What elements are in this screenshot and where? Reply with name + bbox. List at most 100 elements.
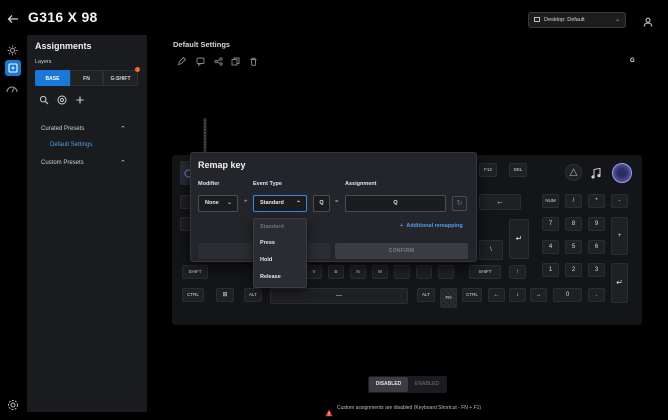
key-backspace[interactable]: ← (479, 194, 521, 210)
key-num-1[interactable]: 1 (542, 263, 559, 277)
key[interactable] (394, 265, 410, 279)
chevron-up-icon[interactable]: ⌃ (120, 159, 126, 167)
key-b[interactable]: B (328, 265, 344, 279)
key-m[interactable]: M (372, 265, 388, 279)
key-num-8[interactable]: 8 (565, 217, 582, 231)
layer-tab-gshift[interactable]: G-SHIFT (103, 70, 138, 86)
trash-icon[interactable] (249, 57, 258, 66)
key-backslash[interactable]: \ (479, 240, 503, 260)
plus-icon: + (400, 223, 404, 229)
key-windows[interactable]: ⊞ (216, 288, 234, 302)
key-num-enter[interactable]: ↵ (611, 263, 628, 303)
key-num-2[interactable]: 2 (565, 263, 582, 277)
preset-item-default[interactable]: Default Settings (50, 142, 92, 148)
settings-icon[interactable] (7, 398, 19, 410)
chevron-down-icon: ⌄ (614, 17, 620, 23)
profile-select-value: Desktop: Default (544, 17, 585, 23)
key-asterisk[interactable]: * (588, 194, 605, 208)
main-title: Default Settings (173, 40, 231, 49)
user-icon[interactable] (643, 14, 653, 27)
layers-label: Layers (35, 59, 52, 65)
key-num-3[interactable]: 3 (588, 263, 605, 277)
key-num-4[interactable]: 4 (542, 240, 559, 254)
brightness-button[interactable] (565, 164, 582, 181)
key-left-ctrl[interactable]: CTRL (182, 288, 204, 302)
key-enter[interactable]: ↵ (509, 219, 529, 259)
key-arrow-down[interactable]: ↓ (509, 288, 526, 302)
key-num-9[interactable]: 9 (588, 217, 605, 231)
layer-tab-fn[interactable]: FN (70, 70, 103, 86)
equals-sign: = (335, 199, 339, 205)
key-field[interactable]: Q (313, 195, 330, 212)
key-left-alt[interactable]: ALT (244, 288, 262, 302)
event-type-label: Event Type (253, 181, 282, 187)
chevron-down-icon: ⌄ (226, 200, 232, 206)
modifier-label: Modifier (198, 181, 220, 187)
copy-icon[interactable] (231, 57, 240, 66)
assignments-icon[interactable] (5, 60, 21, 76)
desktop-icon (534, 17, 540, 22)
chevron-up-icon[interactable]: ⌃ (120, 125, 126, 133)
curated-presets-label[interactable]: Curated Presets (41, 126, 84, 132)
event-type-value: Standard (260, 200, 284, 206)
key-minus[interactable]: - (611, 194, 628, 208)
key-left-shift[interactable]: SHIFT (182, 265, 208, 279)
option-standard[interactable]: Standard (260, 224, 284, 230)
share-icon[interactable] (214, 57, 223, 66)
key-num-7[interactable]: 7 (542, 217, 559, 231)
back-arrow-icon[interactable] (6, 12, 20, 26)
key-right-shift[interactable]: SHIFT (469, 265, 501, 279)
assignments-panel (27, 35, 147, 412)
add-icon[interactable] (75, 95, 85, 105)
key-num-0[interactable]: 0 (553, 288, 582, 302)
key-num-5[interactable]: 5 (565, 240, 582, 254)
warning-text: Custom assignments are disabled (Keyboar… (337, 405, 482, 411)
key-arrow-left[interactable]: ← (488, 288, 505, 302)
profile-select[interactable]: Desktop: Default ⌄ (528, 12, 626, 28)
key-right-alt[interactable]: ALT (417, 288, 435, 302)
key-space[interactable]: — (270, 288, 408, 304)
key-arrow-up[interactable]: ↑ (509, 265, 526, 279)
device-title: G316 X 98 (28, 9, 98, 25)
key-slash[interactable]: / (565, 194, 582, 208)
event-type-select[interactable]: Standard ⌃ (253, 195, 307, 212)
reset-icon[interactable]: ↻ (452, 196, 467, 211)
additional-remapping-label: Additional remapping (406, 223, 463, 229)
dialog-title: Remap key (198, 160, 246, 170)
music-note-icon[interactable] (588, 165, 604, 181)
toggle-disabled[interactable]: DISABLED (369, 377, 408, 392)
additional-remapping-link[interactable]: + Additional remapping (400, 223, 463, 229)
key[interactable] (438, 265, 454, 279)
key[interactable] (416, 265, 432, 279)
key-num[interactable]: NUM (542, 194, 559, 208)
assignment-field[interactable]: Q (345, 195, 446, 212)
key-num-plus[interactable]: + (611, 217, 628, 255)
performance-icon[interactable] (5, 82, 19, 96)
option-release[interactable]: Release (260, 274, 281, 280)
key-arrow-right[interactable]: → (530, 288, 547, 302)
key-num-6[interactable]: 6 (588, 240, 605, 254)
key-n[interactable]: N (350, 265, 366, 279)
search-icon[interactable] (39, 95, 49, 105)
preset-icon[interactable] (57, 95, 67, 105)
plus-sign: + (244, 199, 248, 205)
toggle-enabled[interactable]: ENABLED (408, 377, 446, 392)
key-v[interactable]: V (306, 265, 322, 279)
option-press[interactable]: Press (260, 240, 275, 246)
notification-dot (135, 67, 140, 72)
key-num-dot[interactable]: . (588, 288, 605, 302)
key-del[interactable]: DEL (509, 163, 527, 177)
lighting-icon[interactable] (5, 43, 19, 57)
assignment-label: Assignment (345, 181, 377, 187)
layer-tab-base[interactable]: BASE (35, 70, 70, 86)
custom-presets-label[interactable]: Custom Presets (41, 160, 84, 166)
comment-icon[interactable] (196, 57, 205, 67)
key-f12[interactable]: F12 (479, 163, 497, 177)
modifier-select[interactable]: None ⌄ (198, 195, 238, 212)
key-fn[interactable]: FN (440, 288, 457, 308)
option-hold[interactable]: Hold (260, 257, 272, 263)
edit-icon[interactable] (177, 56, 187, 66)
confirm-button[interactable]: CONFIRM (335, 243, 468, 259)
volume-wheel[interactable] (612, 163, 632, 183)
key-right-ctrl[interactable]: CTRL (462, 288, 482, 302)
